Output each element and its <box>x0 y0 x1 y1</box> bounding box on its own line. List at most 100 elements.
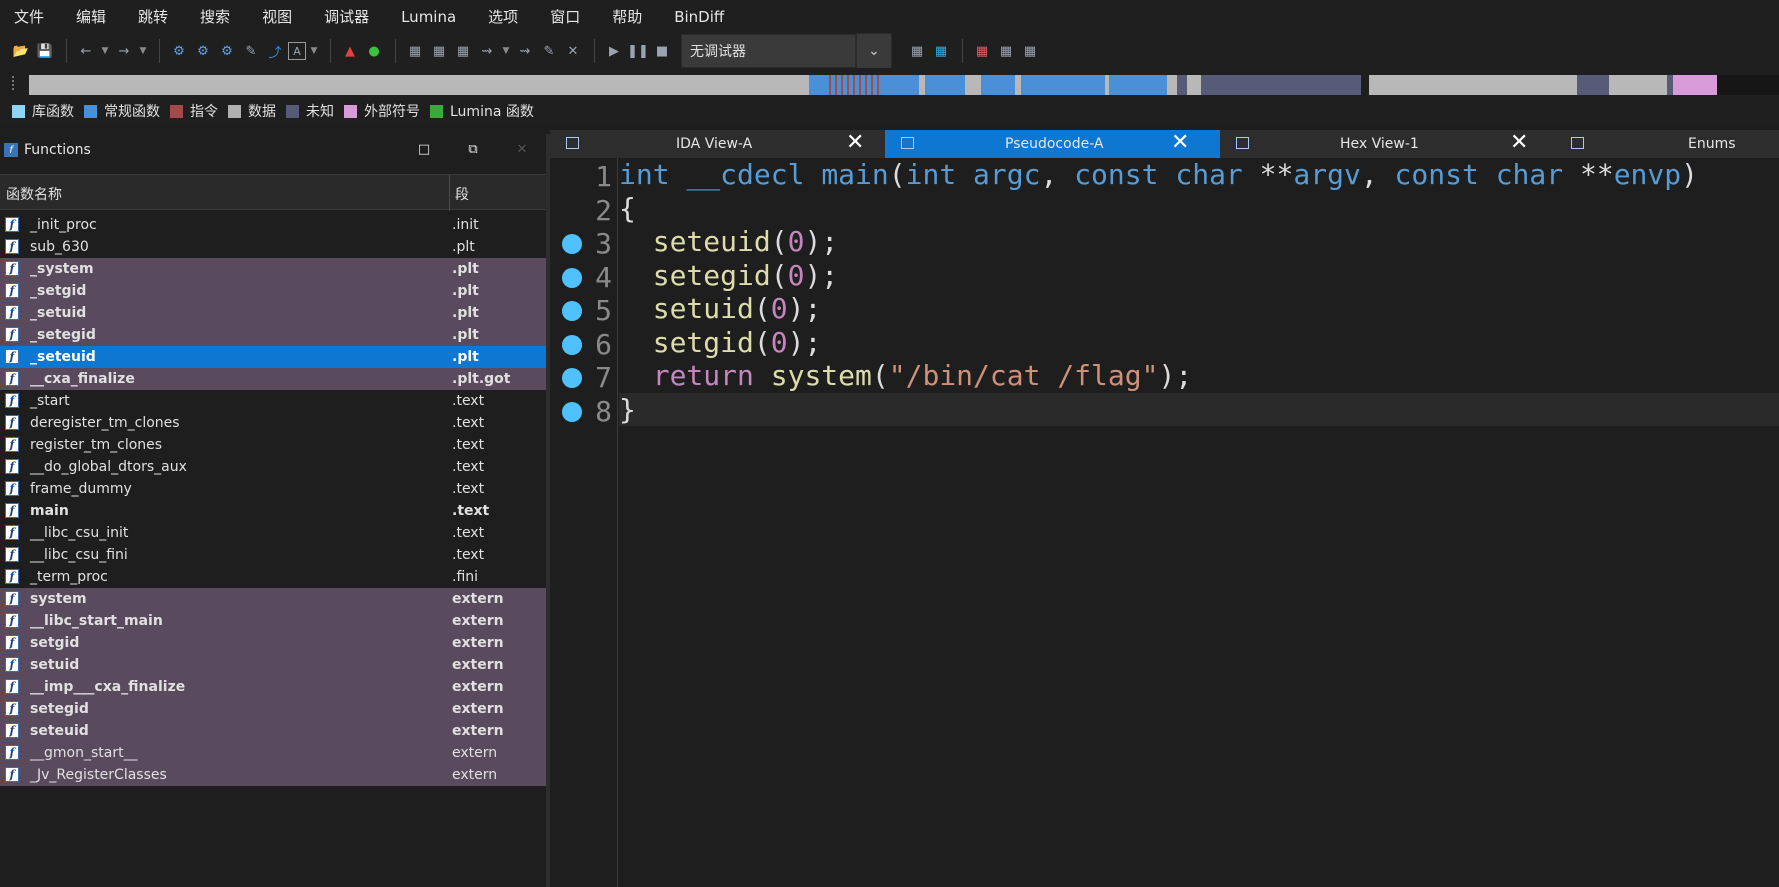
play-icon[interactable]: ▶ <box>603 40 625 62</box>
gutter-line[interactable]: 3 <box>550 225 618 263</box>
function-row[interactable]: f __cxa_finalize .plt.got <box>0 368 546 390</box>
save-icon[interactable]: 💾 <box>34 40 56 62</box>
gutter-line[interactable]: 4 <box>550 259 618 297</box>
menu-item[interactable]: Lumina <box>385 0 472 34</box>
column-divider[interactable] <box>449 175 450 211</box>
drag-handle[interactable] <box>12 76 18 90</box>
tab-pseudocode-a[interactable]: Pseudocode-A ✕ <box>885 130 1220 158</box>
debugger-select[interactable]: 无调试器 <box>681 34 856 68</box>
code-line[interactable]: setgid(0); <box>619 326 1779 360</box>
function-row[interactable]: f _setuid .plt <box>0 302 546 324</box>
green-dot-icon[interactable]: ● <box>363 40 385 62</box>
edit-function-icon[interactable]: ✎ <box>538 40 560 62</box>
search-text-icon[interactable]: ⚙ <box>192 40 214 62</box>
restore-icon[interactable]: ⧉ <box>465 142 481 158</box>
code-line[interactable]: seteuid(0); <box>619 225 1779 259</box>
tree-icon[interactable]: ▦ <box>995 40 1017 62</box>
menu-item[interactable]: 选项 <box>472 0 534 34</box>
code-icon[interactable]: ▦ <box>404 40 426 62</box>
code-line[interactable]: { <box>619 192 1779 226</box>
function-row[interactable]: f __libc_start_main extern <box>0 610 546 632</box>
text-type-dropdown-icon[interactable]: ▼ <box>308 40 320 62</box>
function-row[interactable]: f sub_630 .plt <box>0 236 546 258</box>
gutter-line[interactable]: 6 <box>550 326 618 364</box>
menu-item[interactable]: 跳转 <box>122 0 184 34</box>
function-row[interactable]: f setuid extern <box>0 654 546 676</box>
menu-item[interactable]: 编辑 <box>60 0 122 34</box>
gutter-line[interactable]: 1 <box>550 158 618 196</box>
menu-item[interactable]: 调试器 <box>308 0 385 34</box>
function-row[interactable]: f _start .text <box>0 390 546 412</box>
chevron-down-icon[interactable]: ⌄ <box>856 33 892 69</box>
breakpoint-list-icon[interactable]: ▦ <box>906 40 928 62</box>
function-row[interactable]: f _term_proc .fini <box>0 566 546 588</box>
menu-item[interactable]: BinDiff <box>658 0 740 34</box>
graph-icon[interactable]: ▦ <box>971 40 993 62</box>
pause-icon[interactable]: ❚❚ <box>627 40 649 62</box>
menu-item[interactable]: 搜索 <box>184 0 246 34</box>
struct-icon[interactable]: ▦ <box>452 40 474 62</box>
function-row[interactable]: f frame_dummy .text <box>0 478 546 500</box>
maximize-icon[interactable]: □ <box>416 142 432 158</box>
flowchart-icon[interactable]: ▦ <box>1019 40 1041 62</box>
function-row[interactable]: f __imp___cxa_finalize extern <box>0 676 546 698</box>
breakpoint-dot-icon[interactable] <box>562 301 582 321</box>
code-area[interactable]: int __cdecl main(int argc, const char **… <box>619 158 1779 426</box>
function-row[interactable]: f _seteuid .plt <box>0 346 546 368</box>
search-binary-icon[interactable]: ⚙ <box>168 40 190 62</box>
menu-item[interactable]: 窗口 <box>534 0 596 34</box>
pseudocode-view[interactable]: 12345678 int __cdecl main(int argc, cons… <box>550 158 1779 887</box>
xref-icon[interactable]: ⇝ <box>476 40 498 62</box>
menu-item[interactable]: 文件 <box>0 0 60 34</box>
forward-arrow-icon[interactable]: → <box>113 40 135 62</box>
breakpoint-dot-icon[interactable] <box>562 267 582 288</box>
function-row[interactable]: f seteuid extern <box>0 720 546 742</box>
code-line[interactable]: setuid(0); <box>619 292 1779 326</box>
gutter-line[interactable]: 5 <box>550 292 618 330</box>
function-row[interactable]: f _init_proc .init <box>0 214 546 236</box>
close-tab-icon[interactable]: ✕ <box>1510 132 1528 154</box>
function-row[interactable]: f setgid extern <box>0 632 546 654</box>
tab-hex-view-1[interactable]: Hex View-1 ✕ <box>1220 130 1555 158</box>
open-folder-icon[interactable]: 📂 <box>10 40 32 62</box>
function-row[interactable]: f _Jv_RegisterClasses extern <box>0 764 546 786</box>
function-row[interactable]: f main .text <box>0 500 546 522</box>
analyze-icon[interactable]: ✎ <box>240 40 262 62</box>
close-tab-icon[interactable]: ✕ <box>846 132 864 154</box>
function-row[interactable]: f __do_global_dtors_aux .text <box>0 456 546 478</box>
function-row[interactable]: f system extern <box>0 588 546 610</box>
delete-icon[interactable]: ✕ <box>562 40 584 62</box>
column-segment[interactable]: 段 <box>455 184 469 204</box>
function-row[interactable]: f setegid extern <box>0 698 546 720</box>
gutter-line[interactable]: 7 <box>550 359 618 397</box>
close-icon[interactable]: ✕ <box>514 142 530 158</box>
navigation-bar[interactable] <box>29 75 1779 95</box>
column-function-name[interactable]: 函数名称 <box>6 184 62 204</box>
stop-icon[interactable]: ■ <box>651 40 673 62</box>
tab-ida-view-a[interactable]: IDA View-A ✕ <box>550 130 885 158</box>
back-dropdown-icon[interactable]: ▼ <box>99 40 111 62</box>
function-row[interactable]: f __gmon_start__ extern <box>0 742 546 764</box>
function-icon[interactable]: ⇝ <box>514 40 536 62</box>
back-arrow-icon[interactable]: ← <box>75 40 97 62</box>
text-type-icon[interactable]: A <box>288 42 306 60</box>
warning-icon[interactable]: ▲ <box>339 40 361 62</box>
code-line[interactable]: return system("/bin/cat /flag"); <box>619 359 1779 393</box>
code-line[interactable]: } <box>619 392 1779 426</box>
search-immediate-icon[interactable]: ⚙ <box>216 40 238 62</box>
menu-item[interactable]: 视图 <box>246 0 308 34</box>
forward-dropdown-icon[interactable]: ▼ <box>137 40 149 62</box>
code-line[interactable]: int __cdecl main(int argc, const char **… <box>619 158 1779 192</box>
function-row[interactable]: f _system .plt <box>0 258 546 280</box>
xref-dropdown-icon[interactable]: ▼ <box>500 40 512 62</box>
code-line[interactable]: setegid(0); <box>619 259 1779 293</box>
function-row[interactable]: f __libc_csu_fini .text <box>0 544 546 566</box>
function-row[interactable]: f deregister_tm_clones .text <box>0 412 546 434</box>
tab-enums[interactable]: Enums <box>1555 130 1779 158</box>
close-tab-icon[interactable]: ✕ <box>1171 132 1189 154</box>
breakpoint-dot-icon[interactable] <box>562 368 582 388</box>
function-row[interactable]: f __libc_csu_init .text <box>0 522 546 544</box>
breakpoint-dot-icon[interactable] <box>562 401 582 422</box>
data-icon[interactable]: ▦ <box>428 40 450 62</box>
function-row[interactable]: f register_tm_clones .text <box>0 434 546 456</box>
